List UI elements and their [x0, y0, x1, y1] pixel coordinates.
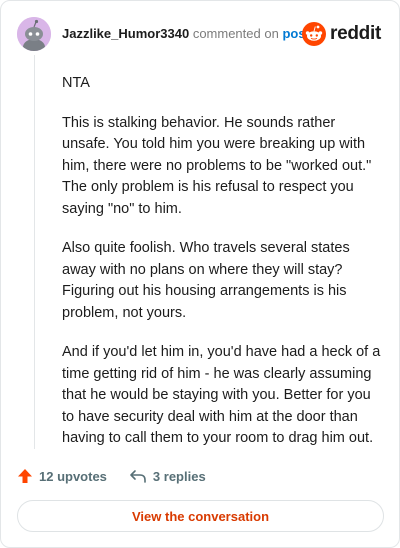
- comment-card: Jazzlike_Humor3340 commented on post red…: [0, 0, 400, 548]
- username[interactable]: Jazzlike_Humor3340: [62, 26, 189, 41]
- comment-actions: 12 upvotes 3 replies: [17, 465, 228, 487]
- comment-paragraph: Also quite foolish. Who travels several …: [62, 240, 350, 321]
- view-conversation-button[interactable]: View the conversation: [17, 500, 384, 532]
- reply-arrow-icon: [130, 470, 146, 483]
- comment-body: NTA This is stalking behavior. He sounds…: [62, 73, 382, 468]
- avatar-icon: [17, 17, 51, 51]
- thread-line: [34, 55, 35, 449]
- reddit-logo[interactable]: reddit: [302, 21, 381, 47]
- replies-button[interactable]: 3 replies: [129, 468, 206, 484]
- upvote-count: 12 upvotes: [39, 468, 107, 484]
- upvote-button[interactable]: 12 upvotes: [17, 468, 107, 484]
- comment-paragraph: This is stalking behavior. He sounds rat…: [62, 114, 372, 217]
- avatar[interactable]: [17, 17, 51, 51]
- replies-count: 3 replies: [152, 468, 206, 484]
- upvote-arrow-icon: [18, 469, 32, 483]
- comment-header: Jazzlike_Humor3340 commented on post red…: [17, 17, 383, 51]
- comment-paragraph: NTA: [62, 75, 90, 91]
- commented-text: commented on: [192, 26, 279, 41]
- reddit-logo-icon: [302, 22, 327, 46]
- brand-wordmark: reddit: [330, 23, 381, 44]
- comment-paragraph: And if you'd let him in, you'd have had …: [62, 344, 381, 446]
- comment-meta: Jazzlike_Humor3340 commented on post: [62, 26, 310, 41]
